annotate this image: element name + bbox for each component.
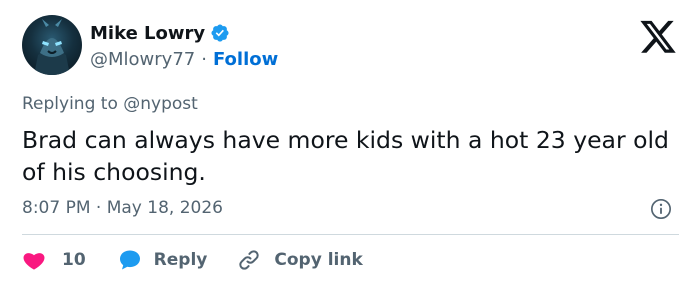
handle-separator: ·	[201, 49, 207, 70]
reply-button[interactable]: Reply	[118, 248, 208, 272]
like-count: 10	[62, 250, 86, 270]
info-icon[interactable]	[650, 198, 672, 220]
heart-icon	[23, 253, 45, 270]
avatar[interactable]	[22, 15, 82, 75]
replying-to-line: Replying to @nypost	[22, 94, 198, 114]
replying-to-prefix: Replying to	[22, 94, 118, 114]
verified-badge-icon	[211, 24, 229, 42]
follow-button[interactable]: Follow	[213, 49, 278, 70]
tweet-text: Brad can always have more kids with a ho…	[22, 126, 669, 186]
masked-warrior-avatar-icon	[34, 19, 70, 75]
author-handle-row: @Mlowry77 · Follow	[90, 49, 278, 70]
copy-link-button[interactable]: Copy link	[237, 248, 363, 272]
author-display-name[interactable]: Mike Lowry	[90, 23, 205, 44]
copy-link-label: Copy link	[274, 250, 363, 270]
reply-bubble-icon	[119, 250, 140, 270]
reply-label: Reply	[153, 250, 208, 270]
tweet-timestamp[interactable]: 8:07 PM · May 18, 2026	[22, 198, 223, 218]
divider	[22, 234, 679, 235]
author-name-row: Mike Lowry	[90, 21, 230, 45]
link-icon	[239, 250, 260, 270]
like-button[interactable]: 10	[22, 248, 86, 272]
replying-to-mention[interactable]: @nypost	[123, 94, 198, 114]
author-handle[interactable]: @Mlowry77	[90, 49, 195, 70]
x-logo-icon[interactable]	[638, 20, 678, 56]
tweet-actions: 10 Reply Copy link	[22, 246, 363, 274]
